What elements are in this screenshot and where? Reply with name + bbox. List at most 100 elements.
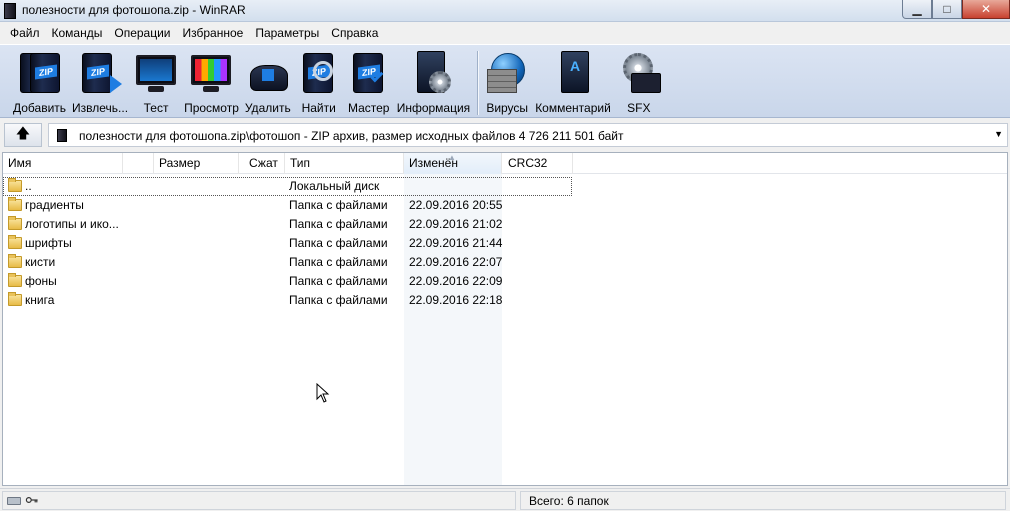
menu-favorites[interactable]: Избранное <box>177 23 250 43</box>
wizard-icon: ZIP <box>347 49 391 97</box>
column-type[interactable]: Тип <box>285 153 404 174</box>
toolbar-separator <box>477 51 479 115</box>
sfx-label: SFX <box>627 101 651 115</box>
delete-icon <box>246 49 290 97</box>
file-type: Папка с файлами <box>289 255 388 269</box>
delete-label: Удалить <box>244 101 291 115</box>
menu-operations[interactable]: Операции <box>108 23 176 43</box>
file-row[interactable]: книга Папка с файлами 22.09.2016 22:18 <box>3 291 1007 310</box>
test-icon <box>134 49 178 97</box>
file-name: кисти <box>25 255 56 269</box>
find-button[interactable]: ZIP Найти <box>294 45 344 115</box>
menu-help[interactable]: Справка <box>325 23 384 43</box>
file-row[interactable]: градиенты Папка с файлами 22.09.2016 20:… <box>3 196 1007 215</box>
view-label: Просмотр <box>184 101 239 115</box>
file-modified: 22.09.2016 22:07 <box>409 255 503 269</box>
menu-file[interactable]: Файл <box>4 23 46 43</box>
sfx-icon <box>617 49 661 97</box>
wizard-button[interactable]: ZIP Мастер <box>344 45 394 115</box>
find-label: Найти <box>301 101 336 115</box>
view-icon <box>189 49 233 97</box>
column-name[interactable]: Имя <box>3 153 123 174</box>
virus-scan-icon <box>485 49 529 97</box>
comment-button[interactable]: A Комментарий <box>532 45 614 115</box>
up-folder-button[interactable]: 🡅 <box>4 123 42 147</box>
file-type: Папка с файлами <box>289 274 388 288</box>
sfx-button[interactable]: SFX <box>614 45 664 115</box>
folder-icon <box>8 178 22 192</box>
file-modified: 22.09.2016 22:09 <box>409 274 503 288</box>
test-button[interactable]: Тест <box>131 45 181 115</box>
drive-icon[interactable] <box>7 497 21 505</box>
status-bar: Всего: 6 папок <box>0 488 1010 511</box>
menu-commands[interactable]: Команды <box>46 23 109 43</box>
archive-icon <box>57 129 67 142</box>
file-modified: 22.09.2016 21:02 <box>409 217 503 231</box>
file-modified: 22.09.2016 20:55 <box>409 198 503 212</box>
extract-button[interactable]: ZIP Извлечь... <box>69 45 131 115</box>
winrar-app-icon[interactable] <box>4 3 16 19</box>
title-bar: полезности для фотошопа.zip - WinRAR ▁ □… <box>0 0 1010 22</box>
column-header: Имя Размер Сжат Тип ▲ Изменён CRC32 <box>3 153 1007 174</box>
wizard-label: Мастер <box>347 101 390 115</box>
column-crc[interactable]: CRC32 <box>503 153 573 174</box>
virus-scan-label: Вирусы <box>486 101 529 115</box>
folder-icon <box>8 254 22 268</box>
comment-icon: A <box>551 49 595 97</box>
key-icon[interactable] <box>25 496 39 504</box>
file-type: Папка с файлами <box>289 236 388 250</box>
delete-button[interactable]: Удалить <box>242 45 294 115</box>
file-row[interactable]: кисти Папка с файлами 22.09.2016 22:07 <box>3 253 1007 272</box>
window-controls: ▁ □ ✕ <box>902 0 1010 20</box>
info-button[interactable]: Информация <box>394 45 473 115</box>
add-label: Добавить <box>13 101 67 115</box>
file-name: градиенты <box>25 198 84 212</box>
view-button[interactable]: Просмотр <box>181 45 242 115</box>
test-label: Тест <box>143 101 169 115</box>
menu-options[interactable]: Параметры <box>249 23 325 43</box>
file-row[interactable]: фоны Папка с файлами 22.09.2016 22:09 <box>3 272 1007 291</box>
status-right-pane: Всего: 6 папок <box>520 491 1006 510</box>
window-title: полезности для фотошопа.zip - WinRAR <box>22 3 246 17</box>
maximize-button[interactable]: □ <box>932 0 962 19</box>
toolbar: ZIP Добавить ZIP Извлечь... Тест Просмот… <box>0 44 1010 118</box>
extract-label: Извлечь... <box>72 101 129 115</box>
file-modified: 22.09.2016 21:44 <box>409 236 503 250</box>
folder-icon <box>8 216 22 230</box>
file-row[interactable]: шрифты Папка с файлами 22.09.2016 21:44 <box>3 234 1007 253</box>
dropdown-arrow-icon[interactable]: ▼ <box>994 129 1003 139</box>
file-type: Локальный диск <box>289 179 380 193</box>
status-total: Всего: 6 папок <box>529 494 609 508</box>
close-button[interactable]: ✕ <box>962 0 1010 19</box>
file-name: логотипы и ико... <box>25 217 119 231</box>
virus-scan-button[interactable]: Вирусы <box>482 45 532 115</box>
file-type: Папка с файлами <box>289 293 388 307</box>
menu-bar: Файл Команды Операции Избранное Параметр… <box>0 23 1010 43</box>
file-row[interactable]: логотипы и ико... Папка с файлами 22.09.… <box>3 215 1007 234</box>
path-combobox[interactable]: полезности для фотошопа.zip\фотошоп - ZI… <box>48 123 1008 147</box>
sort-ascending-icon: ▲ <box>448 153 456 162</box>
file-name: книга <box>25 293 55 307</box>
column-packed[interactable]: Сжат <box>239 153 285 174</box>
comment-label: Комментарий <box>535 101 611 115</box>
file-name: фоны <box>25 274 57 288</box>
mouse-cursor-icon <box>316 383 330 403</box>
column-modified[interactable]: ▲ Изменён <box>404 153 502 174</box>
extract-icon: ZIP <box>78 49 123 97</box>
minimize-button[interactable]: ▁ <box>902 0 932 19</box>
file-list[interactable]: Имя Размер Сжат Тип ▲ Изменён CRC32 .. Л… <box>2 152 1008 486</box>
up-arrow-icon: 🡅 <box>15 125 31 141</box>
file-name: .. <box>25 179 32 193</box>
folder-icon <box>8 292 22 306</box>
add-button[interactable]: ZIP Добавить <box>10 45 69 115</box>
folder-icon <box>8 273 22 287</box>
find-icon: ZIP <box>297 49 341 97</box>
file-name: шрифты <box>25 236 72 250</box>
file-modified: 22.09.2016 22:18 <box>409 293 503 307</box>
file-row-parent[interactable]: .. Локальный диск <box>3 177 572 196</box>
folder-icon <box>8 197 22 211</box>
column-size[interactable]: Размер <box>153 153 239 174</box>
folder-icon <box>8 235 22 249</box>
info-label: Информация <box>396 101 471 115</box>
archive-path: полезности для фотошопа.zip\фотошоп - ZI… <box>79 129 624 143</box>
